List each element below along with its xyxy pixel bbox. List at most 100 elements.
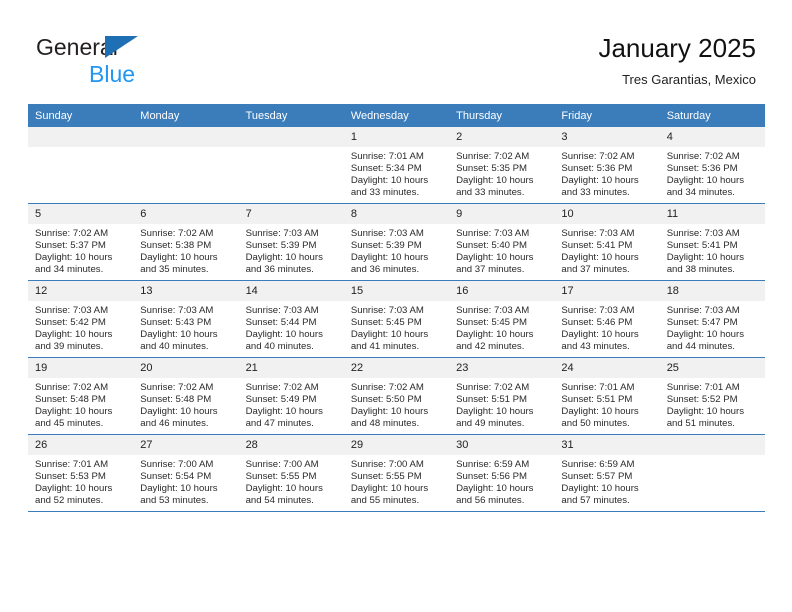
weekday-header-friday: Friday: [554, 104, 660, 127]
day-cell[interactable]: 29 Sunrise: 7:00 AM Sunset: 5:55 PM Dayligh…: [343, 434, 450, 512]
sunrise-text: Sunrise: 7:02 AM: [140, 382, 214, 393]
sunrise-text: Sunrise: 7:03 AM: [561, 228, 635, 239]
day-number: 14: [238, 281, 344, 301]
day-number: 9: [449, 204, 555, 224]
day-details: Sunrise: 7:02 AM Sunset: 5:35 PM Daylight:…: [449, 147, 554, 199]
day-cell[interactable]: 22 Sunrise: 7:02 AM Sunset: 5:50 PM Dayligh…: [343, 357, 450, 435]
general-blue-logo[interactable]: General Blue: [36, 34, 226, 90]
day-cell[interactable]: 21 Sunrise: 7:02 AM Sunset: 5:49 PM Dayligh…: [238, 357, 344, 435]
day-details: Sunrise: 7:00 AM Sunset: 5:55 PM Daylight:…: [239, 455, 344, 507]
day-cell[interactable]: 24 Sunrise: 7:01 AM Sunset: 5:51 PM Dayligh…: [554, 357, 660, 435]
day-cell[interactable]: 25 Sunrise: 7:01 AM Sunset: 5:52 PM Dayligh…: [659, 357, 765, 435]
day-cell[interactable]: 14 Sunrise: 7:03 AM Sunset: 5:44 PM Dayligh…: [238, 280, 344, 358]
day-cell[interactable]: 2 Sunrise: 7:02 AM Sunset: 5:35 PM Daylight…: [449, 127, 555, 204]
daylight-text-line1: Daylight: 10 hours: [456, 483, 534, 495]
day-cell[interactable]: 17 Sunrise: 7:03 AM Sunset: 5:46 PM Dayligh…: [554, 280, 660, 358]
day-cell[interactable]: 11 Sunrise: 7:03 AM Sunset: 5:41 PM Dayligh…: [659, 203, 765, 281]
daylight-text-line1: Daylight: 10 hours: [350, 252, 429, 264]
daylight-text-line2: and 53 minutes.: [140, 495, 209, 507]
day-cell[interactable]: 18 Sunrise: 7:03 AM Sunset: 5:47 PM Dayligh…: [659, 280, 765, 358]
day-number: 31: [554, 435, 660, 455]
day-cell[interactable]: 30 Sunrise: 6:59 AM Sunset: 5:56 PM Dayligh…: [449, 434, 555, 512]
daylight-text-line2: and 56 minutes.: [456, 495, 525, 507]
day-number: 27: [133, 435, 239, 455]
sunrise-text: Sunrise: 7:01 AM: [35, 459, 109, 470]
day-cell[interactable]: 27 Sunrise: 7:00 AM Sunset: 5:54 PM Dayligh…: [133, 434, 239, 512]
day-number: 2: [449, 127, 555, 147]
day-cell-empty: [659, 434, 765, 512]
calendar-body: 1 Sunrise: 7:01 AM Sunset: 5:34 PM Daylight…: [28, 127, 765, 512]
daylight-text-line1: Daylight: 10 hours: [561, 329, 639, 341]
daylight-text-line1: Daylight: 10 hours: [666, 252, 745, 264]
daylight-text-line2: and 54 minutes.: [245, 495, 314, 507]
daylight-text-line1: Daylight: 10 hours: [561, 252, 639, 264]
day-cell[interactable]: 9 Sunrise: 7:03 AM Sunset: 5:40 PM Daylight…: [449, 203, 555, 281]
sunrise-text: Sunrise: 7:03 AM: [245, 228, 319, 239]
sunrise-text: Sunrise: 7:02 AM: [245, 382, 319, 393]
day-cell[interactable]: 4 Sunrise: 7:02 AM Sunset: 5:36 PM Daylight…: [659, 127, 765, 204]
daylight-text-line2: and 33 minutes.: [561, 187, 630, 199]
day-cell[interactable]: 10 Sunrise: 7:03 AM Sunset: 5:41 PM Dayligh…: [554, 203, 660, 281]
sunset-text: Sunset: 5:55 PM: [350, 471, 422, 483]
day-details: Sunrise: 7:01 AM Sunset: 5:52 PM Daylight:…: [660, 378, 765, 430]
day-details: Sunrise: 7:03 AM Sunset: 5:40 PM Daylight:…: [449, 224, 554, 276]
day-cell[interactable]: 13 Sunrise: 7:03 AM Sunset: 5:43 PM Dayligh…: [133, 280, 239, 358]
day-details: Sunrise: 7:02 AM Sunset: 5:48 PM Daylight:…: [133, 378, 238, 430]
sunset-text: Sunset: 5:46 PM: [561, 317, 633, 329]
daylight-text-line2: and 47 minutes.: [245, 418, 314, 430]
daylight-text-line2: and 33 minutes.: [350, 187, 420, 199]
day-number: 3: [554, 127, 660, 147]
day-cell[interactable]: 1 Sunrise: 7:01 AM Sunset: 5:34 PM Daylight…: [343, 127, 450, 204]
day-details: Sunrise: 7:03 AM Sunset: 5:39 PM Daylight:…: [239, 224, 344, 276]
daylight-text-line2: and 51 minutes.: [666, 418, 735, 430]
sunrise-text: Sunrise: 6:59 AM: [561, 459, 635, 470]
day-number: 7: [238, 204, 344, 224]
day-number: 24: [554, 358, 660, 378]
sunrise-text: Sunrise: 6:59 AM: [456, 459, 530, 470]
day-cell[interactable]: 20 Sunrise: 7:02 AM Sunset: 5:48 PM Dayligh…: [133, 357, 239, 435]
day-cell[interactable]: 5 Sunrise: 7:02 AM Sunset: 5:37 PM Daylight…: [28, 203, 134, 281]
sunrise-text: Sunrise: 7:03 AM: [456, 305, 530, 316]
calendar-week-row: 1 Sunrise: 7:01 AM Sunset: 5:34 PM Daylight…: [28, 127, 765, 204]
logo-top-row: General: [36, 34, 226, 60]
daylight-text-line1: Daylight: 10 hours: [561, 406, 639, 418]
day-cell-empty: [238, 127, 344, 204]
daylight-text-line1: Daylight: 10 hours: [245, 329, 323, 341]
daylight-text-line2: and 40 minutes.: [245, 341, 314, 353]
day-number: 23: [449, 358, 555, 378]
day-cell[interactable]: 26 Sunrise: 7:01 AM Sunset: 5:53 PM Dayligh…: [28, 434, 134, 512]
sunset-text: Sunset: 5:44 PM: [245, 317, 317, 329]
day-cell[interactable]: 16 Sunrise: 7:03 AM Sunset: 5:45 PM Dayligh…: [449, 280, 555, 358]
day-number: 26: [28, 435, 134, 455]
day-details: Sunrise: 7:03 AM Sunset: 5:46 PM Daylight:…: [554, 301, 659, 353]
day-cell[interactable]: 8 Sunrise: 7:03 AM Sunset: 5:39 PM Daylight…: [343, 203, 450, 281]
day-cell[interactable]: 12 Sunrise: 7:03 AM Sunset: 5:42 PM Dayligh…: [28, 280, 134, 358]
daylight-text-line1: Daylight: 10 hours: [350, 175, 429, 187]
sunrise-text: Sunrise: 7:03 AM: [140, 305, 214, 316]
day-number: [659, 435, 765, 455]
sunset-text: Sunset: 5:56 PM: [456, 471, 528, 483]
sunrise-text: Sunrise: 7:02 AM: [561, 151, 635, 162]
day-number: 30: [449, 435, 555, 455]
day-cell[interactable]: 3 Sunrise: 7:02 AM Sunset: 5:36 PM Daylight…: [554, 127, 660, 204]
day-cell[interactable]: 15 Sunrise: 7:03 AM Sunset: 5:45 PM Dayligh…: [343, 280, 450, 358]
day-number: 5: [28, 204, 134, 224]
day-cell[interactable]: 28 Sunrise: 7:00 AM Sunset: 5:55 PM Dayligh…: [238, 434, 344, 512]
day-details: Sunrise: 7:01 AM Sunset: 5:34 PM Daylight:…: [344, 147, 449, 199]
day-cell[interactable]: 19 Sunrise: 7:02 AM Sunset: 5:48 PM Dayligh…: [28, 357, 134, 435]
daylight-text-line2: and 46 minutes.: [140, 418, 209, 430]
sunset-text: Sunset: 5:40 PM: [456, 240, 528, 252]
daylight-text-line2: and 37 minutes.: [456, 264, 525, 276]
day-cell[interactable]: 6 Sunrise: 7:02 AM Sunset: 5:38 PM Daylight…: [133, 203, 239, 281]
sunset-text: Sunset: 5:45 PM: [456, 317, 528, 329]
daylight-text-line2: and 50 minutes.: [561, 418, 630, 430]
day-details: Sunrise: 7:02 AM Sunset: 5:38 PM Daylight:…: [133, 224, 238, 276]
day-details: Sunrise: 7:02 AM Sunset: 5:48 PM Daylight:…: [28, 378, 133, 430]
sunset-text: Sunset: 5:41 PM: [561, 240, 633, 252]
calendar-week-row: 5 Sunrise: 7:02 AM Sunset: 5:37 PM Daylight…: [28, 203, 765, 281]
day-number: 4: [659, 127, 765, 147]
daylight-text-line2: and 38 minutes.: [666, 264, 735, 276]
day-cell[interactable]: 7 Sunrise: 7:03 AM Sunset: 5:39 PM Daylight…: [238, 203, 344, 281]
day-cell[interactable]: 23 Sunrise: 7:02 AM Sunset: 5:51 PM Dayligh…: [449, 357, 555, 435]
day-cell[interactable]: 31 Sunrise: 6:59 AM Sunset: 5:57 PM Dayligh…: [554, 434, 660, 512]
